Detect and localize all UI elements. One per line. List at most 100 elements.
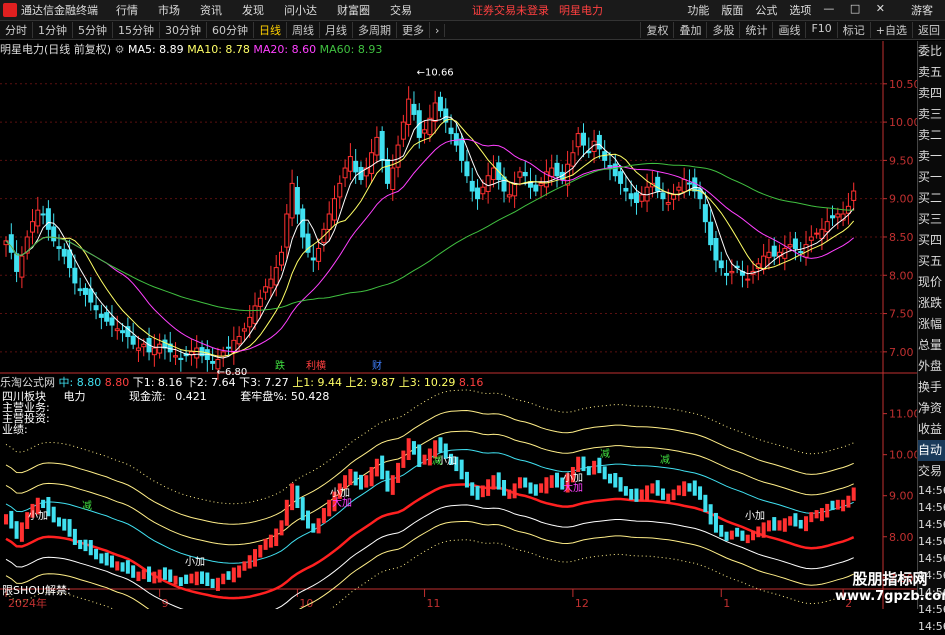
- candle-body: [226, 346, 232, 349]
- sub-candle: [152, 571, 157, 584]
- sub-candle: [634, 488, 639, 502]
- side-item[interactable]: 总量: [918, 335, 945, 356]
- x-tick-label: 11: [427, 597, 441, 609]
- menu-item-function[interactable]: 功能: [687, 2, 709, 18]
- sub-candle: [502, 480, 507, 496]
- side-item[interactable]: 卖二: [918, 125, 945, 146]
- mark-button[interactable]: 标记: [836, 22, 870, 38]
- sub-candle: [189, 573, 194, 584]
- side-item[interactable]: 收益: [918, 419, 945, 440]
- side-item[interactable]: 14:56: [918, 482, 945, 499]
- period-60min[interactable]: 60分钟: [207, 22, 254, 38]
- sub-candle: [268, 534, 273, 548]
- menu-item-news[interactable]: 资讯: [200, 2, 222, 18]
- sub-candle: [141, 569, 146, 580]
- candle-body: [512, 182, 518, 197]
- side-item[interactable]: 14:56: [918, 533, 945, 550]
- sub-candle: [629, 488, 634, 500]
- sub-candle: [544, 477, 549, 494]
- period-daily[interactable]: 日线: [254, 22, 287, 38]
- side-item[interactable]: 交易: [918, 461, 945, 482]
- candle-body: [151, 347, 157, 356]
- multi-stock-button[interactable]: 多股: [706, 22, 739, 38]
- side-item[interactable]: 买三: [918, 209, 945, 230]
- period-5min[interactable]: 5分钟: [73, 22, 113, 38]
- sub-candle: [348, 469, 353, 486]
- period-weekly[interactable]: 周线: [287, 22, 320, 38]
- sub-candle: [385, 470, 390, 492]
- candle-body: [8, 234, 14, 253]
- side-item[interactable]: 卖三: [918, 104, 945, 125]
- side-item[interactable]: 买二: [918, 188, 945, 209]
- menu-item-wealth[interactable]: 财富圈: [337, 2, 370, 18]
- overlay-button[interactable]: 叠加: [673, 22, 706, 38]
- login-status[interactable]: 证券交易未登录: [472, 2, 549, 18]
- menu-item-discover[interactable]: 发现: [242, 2, 264, 18]
- side-item[interactable]: 14:56: [918, 550, 945, 567]
- sub-candle: [19, 522, 24, 542]
- sub-candle: [703, 494, 708, 513]
- candle-body: [77, 288, 83, 292]
- menu-item-quotes[interactable]: 行情: [116, 2, 138, 18]
- side-item[interactable]: 卖五: [918, 62, 945, 83]
- period-more[interactable]: 更多: [397, 22, 430, 38]
- ma-line-ma10: [5, 118, 855, 357]
- f10-button[interactable]: F10: [805, 22, 836, 38]
- menu-item-formula[interactable]: 公式: [755, 2, 777, 18]
- side-item[interactable]: 卖四: [918, 83, 945, 104]
- candle-body: [480, 186, 486, 195]
- guest-label[interactable]: 游客: [911, 2, 933, 18]
- menu-item-trade[interactable]: 交易: [390, 2, 412, 18]
- side-item[interactable]: 涨跌: [918, 293, 945, 314]
- period-1min[interactable]: 1分钟: [33, 22, 73, 38]
- side-item[interactable]: 买一: [918, 167, 945, 188]
- candle-body: [29, 221, 35, 233]
- side-item[interactable]: 自动: [918, 440, 945, 461]
- period-timeshare[interactable]: 分时: [0, 22, 33, 38]
- back-button[interactable]: 返回: [912, 22, 945, 38]
- sub-candle: [94, 548, 99, 560]
- side-item[interactable]: 外盘: [918, 356, 945, 377]
- sub-candle: [210, 578, 215, 589]
- sub-candle: [586, 466, 591, 476]
- side-item[interactable]: 换手: [918, 377, 945, 398]
- period-15min[interactable]: 15分钟: [113, 22, 160, 38]
- stats-button[interactable]: 统计: [739, 22, 772, 38]
- period-multi[interactable]: 多周期: [353, 22, 397, 38]
- main-invest-label: 主营投资:: [2, 412, 50, 425]
- side-item[interactable]: 14:56: [918, 516, 945, 533]
- adjust-button[interactable]: 复权: [640, 22, 673, 38]
- add-watchlist-button[interactable]: +自选: [869, 22, 912, 38]
- kline-chart[interactable]: 10.50 10.00 9.50 9.00 8.50 8.00 7.50 7.00 11.00 1…: [0, 41, 917, 609]
- candle-body: [353, 160, 359, 173]
- side-item[interactable]: 买四: [918, 230, 945, 251]
- menu-item-layout[interactable]: 版面: [721, 2, 743, 18]
- sub-candle: [464, 471, 469, 488]
- menu-item-options[interactable]: 选项: [789, 2, 811, 18]
- side-item[interactable]: 卖一: [918, 146, 945, 167]
- candle-body: [279, 251, 285, 266]
- menu-item-ask[interactable]: 问小达: [284, 2, 317, 18]
- window-controls[interactable]: — □ ✕: [823, 2, 891, 18]
- candle-body: [538, 182, 544, 187]
- period-monthly[interactable]: 月线: [320, 22, 353, 38]
- candle-body: [40, 213, 46, 216]
- settings-gear-icon[interactable]: ⚙: [115, 43, 125, 56]
- side-item[interactable]: 买五: [918, 251, 945, 272]
- side-item[interactable]: 14:56: [918, 618, 945, 635]
- side-item[interactable]: 委比: [918, 41, 945, 62]
- draw-button[interactable]: 画线: [772, 22, 805, 38]
- menu-item-market[interactable]: 市场: [158, 2, 180, 18]
- side-item[interactable]: 14:56: [918, 499, 945, 516]
- candle-body: [533, 184, 539, 192]
- lower3-value: 下3: 7.27: [239, 376, 289, 389]
- period-30min[interactable]: 30分钟: [160, 22, 207, 38]
- chevron-right-icon[interactable]: ›: [430, 23, 446, 37]
- side-item[interactable]: 现价: [918, 272, 945, 293]
- side-panel: 委比 卖五 卖四 卖三 卖二 卖一 买一 买二 买三 买四 买五 现价 涨跌 涨幅 总量 外盘 换手 净资 收益 自动…: [917, 41, 945, 633]
- side-item[interactable]: 涨幅: [918, 314, 945, 335]
- side-item[interactable]: 净资: [918, 398, 945, 419]
- high-price-label: ←10.66: [417, 68, 454, 79]
- sub-candle: [523, 477, 528, 488]
- candle-body: [98, 313, 104, 318]
